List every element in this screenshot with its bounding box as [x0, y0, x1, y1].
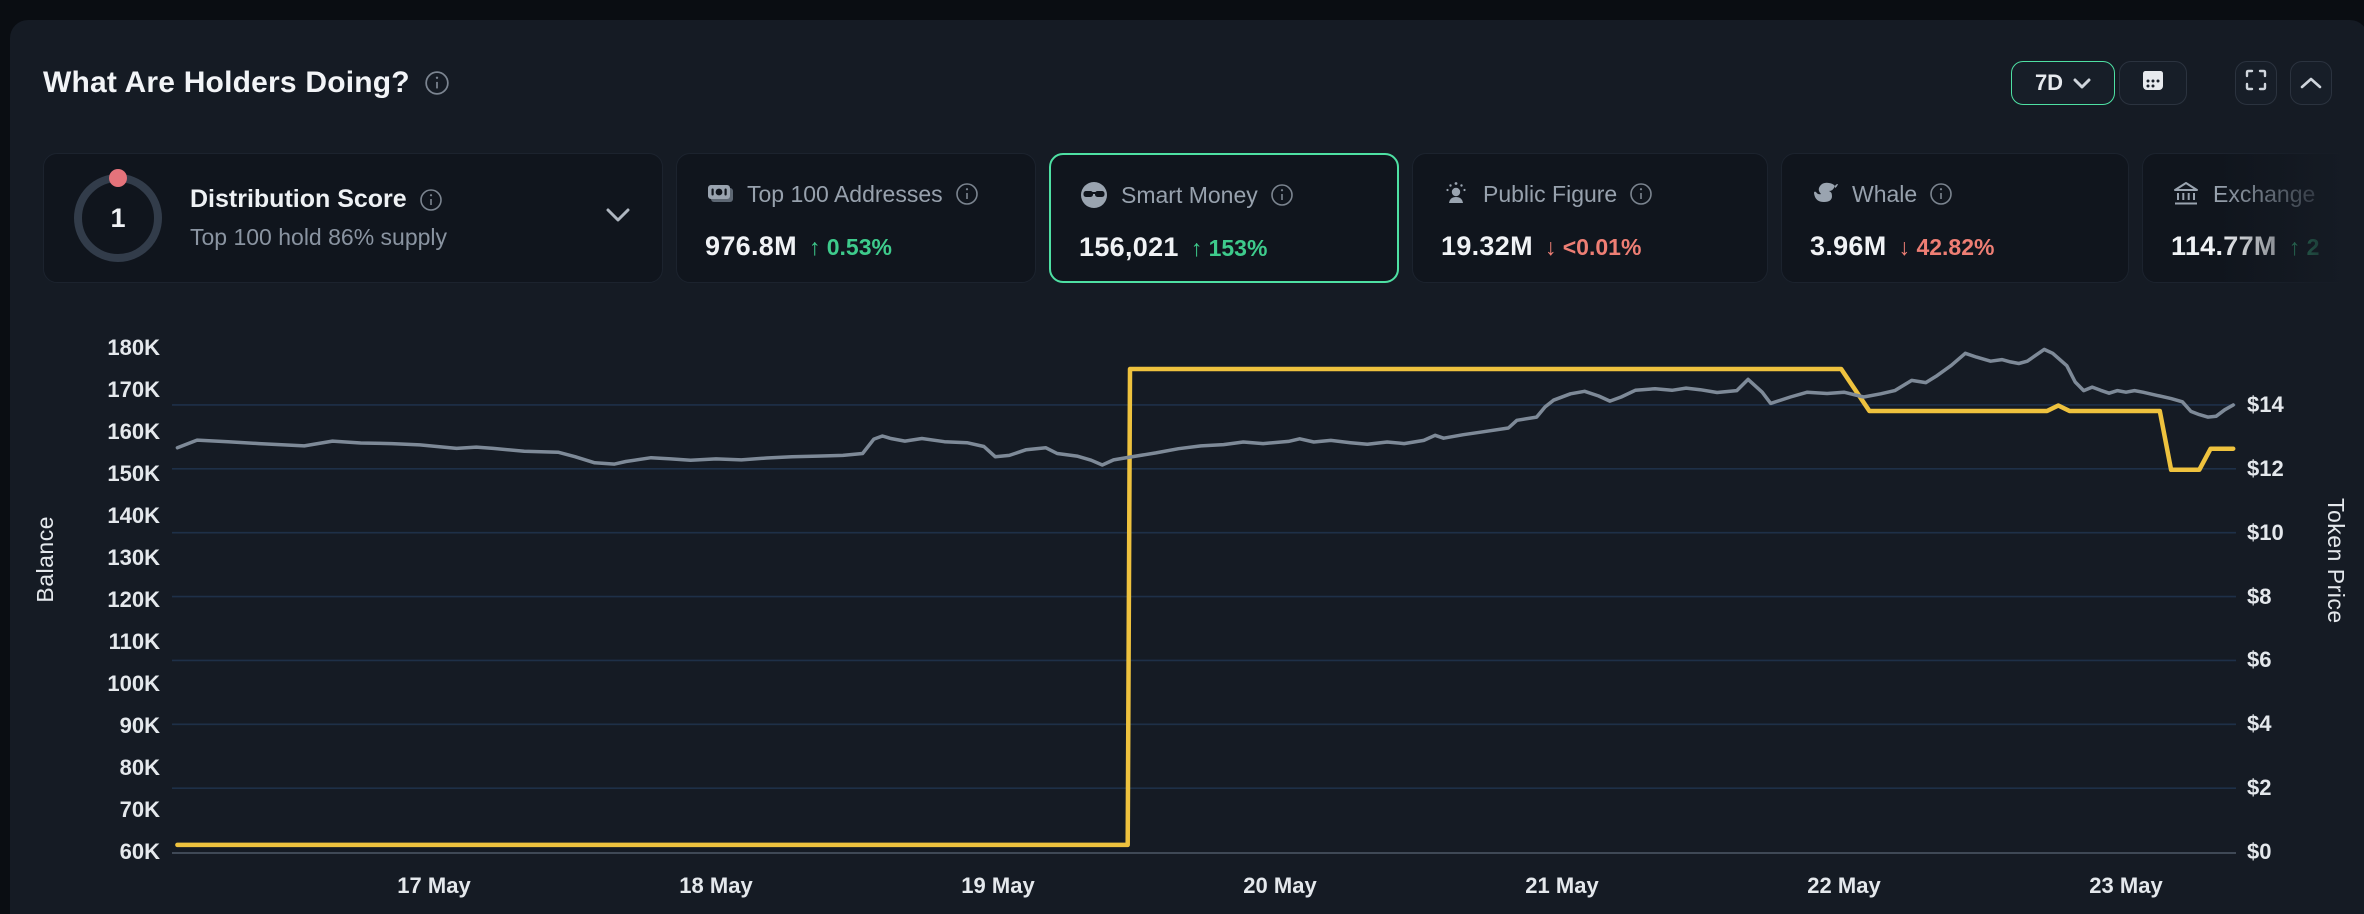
date-tick-label: 18 May: [679, 873, 753, 898]
price-tick-label: $0: [2247, 839, 2272, 864]
balance-tick-label: 180K: [107, 335, 160, 360]
price-tick-label: $12: [2247, 455, 2284, 481]
date-tick-label: 19 May: [961, 873, 1035, 898]
balance-tick-label: 150K: [107, 461, 160, 486]
balance-tick-label: 80K: [119, 755, 160, 780]
balance-axis-title: Balance: [32, 516, 58, 603]
holders-chart[interactable]: 60K 70K 80K 90K 100K 110K 120K 130K 140K 150K 160K…: [10, 20, 2364, 914]
date-tick-label: 17 May: [397, 873, 471, 898]
balance-tick-label: 100K: [107, 671, 160, 696]
price-tick-label: $6: [2247, 647, 2272, 673]
balance-tick-label: 60K: [119, 839, 160, 864]
price-tick-label: $2: [2247, 775, 2272, 801]
price-tick-label: $4: [2247, 711, 2272, 737]
price-axis-title: Token Price: [2323, 498, 2349, 624]
smart-money-balance-series: [175, 366, 2236, 848]
balance-tick-label: 140K: [107, 503, 160, 528]
balance-tick-label: 160K: [107, 419, 160, 444]
dashboard-page: What Are Holders Doing? 7D 1 Distributio…: [0, 0, 2364, 914]
balance-tick-label: 110K: [108, 629, 160, 654]
chart-canvas: [172, 347, 2236, 854]
holders-panel: What Are Holders Doing? 7D 1 Distributio…: [10, 20, 2364, 914]
balance-tick-label: 90K: [119, 713, 160, 738]
price-tick-label: $8: [2247, 583, 2272, 609]
balance-tick-label: 120K: [107, 587, 160, 612]
balance-tick-label: 70K: [119, 797, 160, 822]
price-tick-label: $10: [2247, 519, 2284, 545]
token-price-series: [175, 347, 2235, 467]
balance-tick-label: 130K: [107, 545, 160, 570]
balance-tick-label: 170K: [107, 377, 160, 402]
date-tick-label: 23 May: [2089, 873, 2163, 898]
date-tick-label: 22 May: [1807, 873, 1881, 898]
price-tick-label: $14: [2247, 391, 2284, 417]
date-tick-label: 21 May: [1525, 873, 1599, 898]
date-tick-label: 20 May: [1243, 873, 1317, 898]
